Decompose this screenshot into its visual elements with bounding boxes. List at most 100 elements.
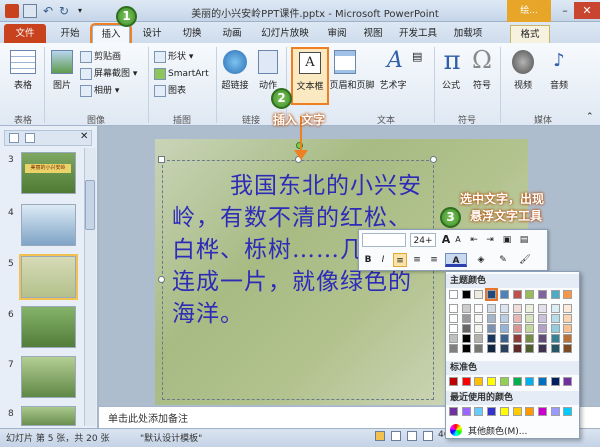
recent-color-swatch[interactable] — [499, 407, 509, 416]
slide-thumb-5-selected[interactable] — [19, 254, 78, 300]
tab-insert[interactable]: 插入 — [90, 23, 132, 45]
sorter-view-icon[interactable] — [391, 431, 401, 441]
hyperlink-icon[interactable] — [223, 50, 247, 74]
theme-color-swatch[interactable] — [525, 314, 535, 323]
theme-color-swatch[interactable] — [487, 324, 497, 333]
font-name-field[interactable] — [362, 233, 406, 247]
theme-color-swatch[interactable] — [550, 324, 560, 333]
theme-color-swatch[interactable] — [550, 334, 560, 343]
slide-thumb-3[interactable] — [21, 152, 76, 194]
video-icon[interactable] — [512, 50, 534, 74]
slides-tab-icon[interactable] — [9, 133, 19, 143]
theme-color-swatch[interactable] — [563, 334, 573, 343]
theme-color-swatch[interactable] — [512, 324, 522, 333]
theme-color-swatch[interactable] — [487, 334, 497, 343]
theme-color-swatch[interactable] — [499, 304, 509, 313]
arrange-icon[interactable]: ▣ — [500, 233, 514, 247]
redo-icon[interactable]: ↻ — [57, 4, 71, 18]
theme-color-swatch[interactable] — [449, 344, 458, 353]
header-footer-button[interactable]: 页眉和页脚 — [328, 78, 376, 91]
theme-color-swatch[interactable] — [461, 314, 471, 323]
chart-button[interactable]: 图表 — [154, 84, 186, 98]
theme-color-swatch[interactable] — [537, 314, 547, 323]
font-color-button[interactable]: A — [445, 253, 467, 267]
align-left-icon[interactable]: ≡ — [393, 253, 407, 267]
table-icon[interactable] — [10, 50, 36, 74]
equation-icon[interactable]: π — [440, 46, 464, 76]
theme-color-swatch[interactable] — [525, 324, 535, 333]
more-colors-button[interactable]: 其他颜色(M)... — [468, 424, 527, 437]
close-button[interactable]: ✕ — [574, 2, 600, 19]
clear-format-icon[interactable]: ▤ — [517, 233, 531, 247]
italic-button[interactable]: I — [377, 253, 389, 267]
recent-color-swatch[interactable] — [487, 407, 497, 416]
recent-color-swatch[interactable] — [525, 407, 535, 416]
theme-color-swatch[interactable] — [474, 344, 484, 353]
theme-color-swatch[interactable] — [449, 314, 458, 323]
qat-customize-icon[interactable]: ▾ — [73, 4, 87, 18]
theme-color-swatch[interactable] — [537, 334, 547, 343]
tab-slideshow[interactable]: 幻灯片放映 — [254, 25, 316, 43]
theme-color-swatch[interactable] — [499, 324, 509, 333]
theme-color-swatch[interactable] — [512, 314, 522, 323]
standard-color-swatch[interactable] — [512, 377, 522, 386]
collapse-ribbon-icon[interactable]: ⌃ — [586, 112, 594, 122]
standard-color-swatch[interactable] — [487, 377, 497, 386]
theme-color-swatch[interactable] — [512, 304, 522, 313]
outline-color-icon[interactable]: ✎ — [496, 253, 510, 267]
header-footer-icon[interactable] — [334, 50, 356, 74]
indent-decrease-icon[interactable]: ⇤ — [467, 233, 481, 247]
fill-color-icon[interactable]: ◈ — [474, 253, 488, 267]
align-center-icon[interactable]: ≡ — [410, 253, 424, 267]
theme-color-swatch[interactable] — [474, 334, 484, 343]
font-size-field[interactable]: 24+ — [410, 233, 436, 247]
standard-color-swatch[interactable] — [474, 377, 484, 386]
theme-color-swatch[interactable] — [563, 314, 573, 323]
theme-color-swatch[interactable] — [449, 324, 458, 333]
theme-color-swatch[interactable] — [550, 304, 560, 313]
theme-color-swatch[interactable] — [487, 304, 497, 313]
format-painter-icon[interactable]: 🖌 — [518, 253, 532, 267]
recent-color-swatch[interactable] — [461, 407, 471, 416]
slide-thumb-8[interactable] — [21, 406, 76, 426]
video-button[interactable]: 视频 — [506, 78, 540, 91]
resize-handle[interactable] — [158, 156, 165, 163]
grow-font-button[interactable]: A — [440, 233, 452, 247]
theme-color-swatch[interactable] — [525, 290, 535, 299]
slideshow-view-icon[interactable] — [423, 431, 433, 441]
outline-tab-icon[interactable] — [25, 133, 35, 143]
tab-file[interactable]: 文件 — [4, 24, 46, 43]
standard-color-swatch[interactable] — [550, 377, 560, 386]
slide-thumb-7[interactable] — [21, 356, 76, 398]
theme-color-swatch[interactable] — [449, 290, 458, 299]
picture-icon[interactable] — [51, 50, 73, 74]
theme-color-swatch[interactable] — [563, 290, 573, 299]
screenshot-button[interactable]: 屏幕截图 ▾ — [80, 67, 137, 81]
theme-color-swatch[interactable] — [563, 344, 573, 353]
tab-animations[interactable]: 动画 — [214, 25, 250, 43]
recent-color-swatch[interactable] — [474, 407, 484, 416]
theme-color-swatch[interactable] — [474, 290, 484, 299]
standard-color-swatch[interactable] — [499, 377, 509, 386]
theme-color-swatch[interactable] — [449, 334, 458, 343]
undo-icon[interactable]: ↶ — [41, 4, 55, 18]
theme-color-swatch[interactable] — [474, 324, 484, 333]
theme-color-swatch[interactable] — [537, 324, 547, 333]
tab-view[interactable]: 视图 — [358, 25, 388, 43]
equation-button[interactable]: 公式 — [436, 78, 466, 91]
tab-home[interactable]: 开始 — [52, 25, 88, 43]
close-panel-icon[interactable]: ✕ — [80, 131, 88, 142]
slide-thumb-4[interactable] — [21, 204, 76, 246]
theme-color-swatch[interactable] — [499, 290, 509, 299]
align-right-icon[interactable]: ≡ — [427, 253, 441, 267]
theme-color-swatch[interactable] — [550, 344, 560, 353]
scrollbar-thumb[interactable] — [85, 180, 95, 230]
theme-color-swatch[interactable] — [485, 288, 499, 301]
theme-color-swatch[interactable] — [537, 290, 547, 299]
recent-color-swatch[interactable] — [550, 407, 560, 416]
theme-color-swatch[interactable] — [512, 344, 522, 353]
reading-view-icon[interactable] — [407, 431, 417, 441]
theme-color-swatch[interactable] — [499, 314, 509, 323]
tab-addins[interactable]: 加载项 — [448, 25, 488, 43]
theme-color-swatch[interactable] — [499, 334, 509, 343]
